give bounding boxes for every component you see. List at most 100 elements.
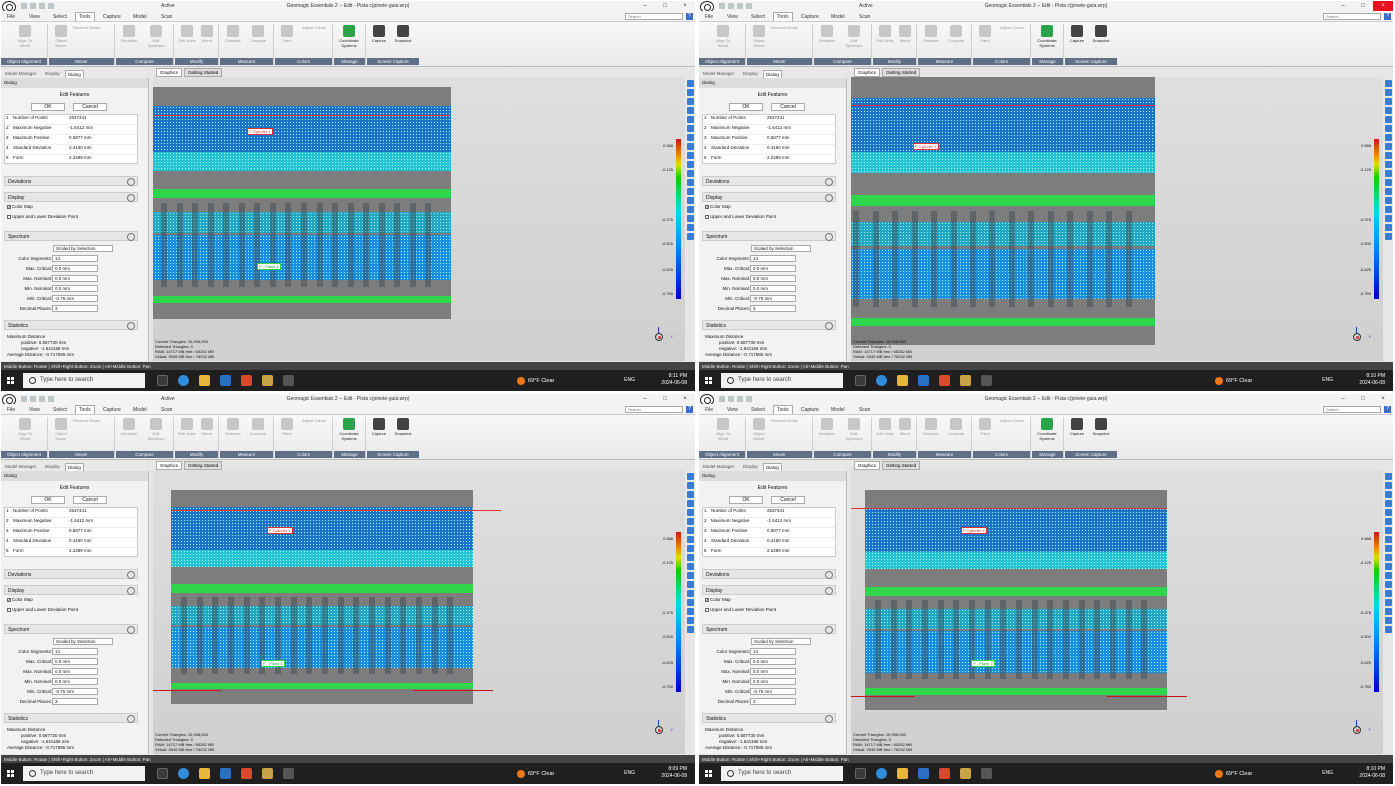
view-icon[interactable] (1384, 482, 1392, 489)
clock[interactable]: 8:10 PM 2024-06-08 (1359, 373, 1385, 387)
view-icon[interactable] (686, 233, 694, 240)
align-to-world-tool[interactable]: Align To World (15, 25, 35, 53)
snapshot-tool[interactable]: Snapshot (1091, 25, 1111, 53)
view-icon[interactable] (1384, 581, 1392, 588)
menu-scan[interactable]: Scan (161, 14, 172, 20)
decimal-places-input[interactable]: 3 (750, 698, 796, 705)
tab-model-manager[interactable]: Model Manager (701, 70, 736, 77)
menu-file[interactable]: File (7, 407, 15, 413)
tab-model-manager[interactable]: Model Manager (701, 463, 736, 470)
view-icon[interactable] (686, 527, 694, 534)
min-nominal-input[interactable]: 0.0 mm (52, 678, 98, 685)
plane-label[interactable]: P - Plane 1 (261, 660, 285, 667)
distance-tool[interactable]: Distance (223, 418, 243, 446)
color-segments-input[interactable]: 14 (750, 648, 796, 655)
graphics-viewport[interactable]: F Cylinder 1 P - Plane 1 Current Triangl… (153, 77, 685, 361)
cylinder-label[interactable]: F Cylinder 1 (267, 527, 293, 534)
tab-graphics[interactable]: Graphics (156, 461, 183, 470)
mirror-tool[interactable]: Mirror (197, 418, 217, 446)
edit-units-tool[interactable]: Edit Units (875, 418, 895, 446)
help-icon[interactable]: ? (1384, 406, 1391, 413)
taskbar-search[interactable]: Type here to search (23, 373, 145, 388)
view-icon[interactable] (686, 608, 694, 615)
paint-tool[interactable]: Paint (277, 418, 297, 446)
view-icon[interactable] (1384, 500, 1392, 507)
display-section[interactable]: Display (702, 585, 836, 595)
statistics-section[interactable]: Statistics (702, 713, 836, 723)
tab-model-manager[interactable]: Model Manager (3, 463, 38, 470)
menu-view[interactable]: View (29, 407, 40, 413)
menu-scan[interactable]: Scan (859, 14, 870, 20)
snapshot-tool[interactable]: Snapshot (393, 25, 413, 53)
object-mover-tool[interactable]: Object Mover (749, 418, 769, 446)
paint-tool[interactable]: Paint (975, 25, 995, 53)
view-icon[interactable] (1384, 563, 1392, 570)
brave-icon[interactable] (241, 375, 252, 386)
cancel-button[interactable]: Cancel (771, 496, 805, 504)
mirror-tool[interactable]: Mirror (895, 25, 915, 53)
menu-view[interactable]: View (29, 14, 40, 20)
edge-icon[interactable] (178, 375, 189, 386)
geomagic-taskbar-icon[interactable] (960, 375, 971, 386)
max-critical-input[interactable]: 0.0 mm (52, 265, 98, 272)
color-segments-input[interactable]: 14 (52, 648, 98, 655)
view-icon[interactable] (1384, 536, 1392, 543)
file-explorer-icon[interactable] (199, 768, 210, 779)
max-critical-input[interactable]: 0.0 mm (750, 658, 796, 665)
view-icon[interactable] (1384, 224, 1392, 231)
view-icon[interactable] (686, 518, 694, 525)
help-icon[interactable]: ? (686, 406, 693, 413)
adjust-colors-tool[interactable]: Adjust Colors (995, 25, 1029, 53)
help-icon[interactable]: ? (686, 13, 693, 20)
view-icon[interactable] (686, 563, 694, 570)
min-nominal-input[interactable]: 0.0 mm (750, 285, 796, 292)
object-mover-tool[interactable]: Object Mover (749, 25, 769, 53)
reorient-model-tool[interactable]: Reorient Model (771, 418, 811, 446)
deviations-section[interactable]: Deviations (4, 176, 138, 186)
deviation-tool[interactable]: Deviation (817, 25, 837, 53)
view-icon[interactable] (686, 179, 694, 186)
edit-units-tool[interactable]: Edit Units (875, 25, 895, 53)
clock[interactable]: 8:11 PM 2024-06-08 (661, 373, 687, 387)
view-icon[interactable] (686, 545, 694, 552)
menu-capture[interactable]: Capture (103, 407, 121, 413)
view-icon[interactable] (1384, 491, 1392, 498)
brave-icon[interactable] (939, 768, 950, 779)
task-view-icon[interactable] (855, 768, 866, 779)
align-to-world-tool[interactable]: Align To World (713, 418, 733, 446)
search-input[interactable]: Search (625, 406, 683, 413)
close-button[interactable]: × (675, 394, 695, 404)
view-icon[interactable] (686, 500, 694, 507)
view-icon[interactable] (1384, 80, 1392, 87)
mirror-tool[interactable]: Mirror (895, 418, 915, 446)
upper-lower-checkbox[interactable]: Upper and Lower Deviation Point (705, 607, 776, 612)
menu-select[interactable]: Select (53, 407, 67, 413)
upper-lower-checkbox[interactable]: Upper and Lower Deviation Point (7, 607, 78, 612)
reorient-model-tool[interactable]: Reorient Model (73, 25, 113, 53)
weather-widget[interactable]: 69°F Clear (1215, 770, 1252, 778)
ok-button[interactable]: OK (31, 496, 65, 504)
language-indicator[interactable]: ENG (1322, 770, 1333, 776)
color-map-checkbox[interactable]: ✓Color Map (705, 597, 731, 602)
distance-tool[interactable]: Distance (921, 25, 941, 53)
compute-tool[interactable]: Compute (248, 25, 268, 53)
min-critical-input[interactable]: -0.75 mm (750, 295, 796, 302)
view-icon[interactable] (1384, 188, 1392, 195)
view-icon[interactable] (1384, 152, 1392, 159)
tab-graphics[interactable]: Graphics (156, 68, 183, 77)
cancel-button[interactable]: Cancel (73, 496, 107, 504)
view-icon[interactable] (1384, 545, 1392, 552)
reorient-model-tool[interactable]: Reorient Model (73, 418, 113, 446)
capture-tool[interactable]: Capture (369, 25, 389, 53)
view-icon[interactable] (686, 98, 694, 105)
adjust-colors-tool[interactable]: Adjust Colors (297, 418, 331, 446)
coordinate-systems-tool[interactable]: Coordinate Systems (1037, 25, 1057, 53)
file-explorer-icon[interactable] (199, 375, 210, 386)
view-icon[interactable] (1384, 143, 1392, 150)
view-icon[interactable] (1384, 215, 1392, 222)
distance-tool[interactable]: Distance (921, 418, 941, 446)
min-nominal-input[interactable]: 0.0 mm (750, 678, 796, 685)
max-nominal-input[interactable]: 0.0 mm (52, 668, 98, 675)
max-nominal-input[interactable]: 0.0 mm (750, 668, 796, 675)
capture-tool[interactable]: Capture (1067, 25, 1087, 53)
